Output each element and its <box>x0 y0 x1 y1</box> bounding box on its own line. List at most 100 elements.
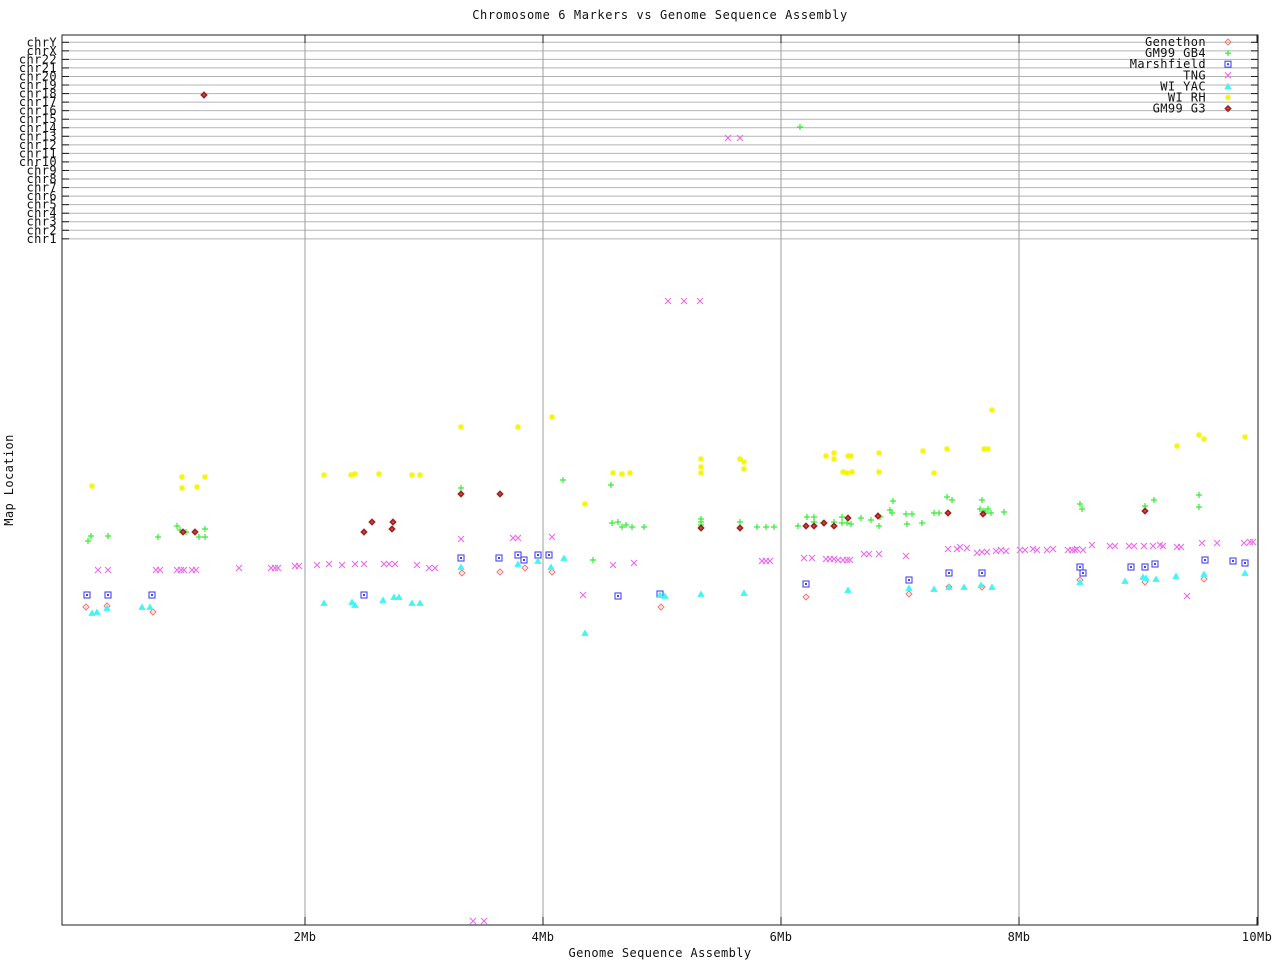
square-dot <box>1082 572 1084 574</box>
diamond-fill-dot <box>392 521 394 523</box>
marshfield-point <box>614 592 622 600</box>
tng-point <box>1246 538 1254 546</box>
triangle-glyph <box>1224 82 1232 90</box>
plus-glyph <box>839 514 845 520</box>
marshfield-point <box>978 569 986 577</box>
wi_yac-point <box>416 599 424 606</box>
cross-glyph <box>944 545 952 553</box>
star-glyph <box>1242 434 1248 440</box>
gm99_gb4-point <box>1001 509 1007 515</box>
gm99_g3-point <box>368 518 376 526</box>
wi_rh-point <box>849 469 855 475</box>
tng-point <box>1073 545 1081 553</box>
square-dot <box>363 594 365 596</box>
square-dot <box>1227 63 1229 66</box>
diamond-dot <box>85 606 87 608</box>
square-dot <box>548 554 550 556</box>
wi_yac-point <box>138 603 146 610</box>
tng-point <box>983 548 991 556</box>
star-glyph <box>698 456 704 462</box>
tng-point <box>94 566 102 574</box>
tng-point <box>1130 542 1138 550</box>
legend-marker-wi_yac <box>1224 82 1232 90</box>
marshfield-point <box>495 554 503 562</box>
gm99_gb4-point <box>876 523 882 529</box>
genethon-point <box>548 568 556 576</box>
marshfield-point <box>1127 563 1135 571</box>
wi_yac-point <box>93 608 101 615</box>
tng-point <box>766 557 774 565</box>
gm99_gb4-point <box>155 534 161 540</box>
cross-glyph <box>1043 546 1051 554</box>
plus-glyph <box>797 124 803 130</box>
wi_yac-point <box>581 629 589 636</box>
cross-glyph <box>385 560 393 568</box>
cross-glyph <box>180 566 188 574</box>
plus-glyph <box>202 534 208 540</box>
star-glyph <box>823 453 829 459</box>
marshfield-point <box>1201 556 1209 564</box>
wi_yac-point <box>930 585 938 592</box>
tng-point <box>325 560 333 568</box>
plot-border <box>61 34 1259 926</box>
triangle-glyph <box>1241 569 1249 576</box>
cross-glyph <box>351 560 359 568</box>
plus-glyph <box>771 524 777 530</box>
x-tick-label: 6Mb <box>770 930 793 944</box>
star-glyph <box>202 474 208 480</box>
triangle-glyph <box>697 590 705 597</box>
star-glyph <box>321 472 327 478</box>
diamond-fill-dot <box>194 531 196 533</box>
cross-glyph <box>1177 543 1185 551</box>
wi_yac-point <box>740 589 748 596</box>
cross-glyph <box>274 564 282 572</box>
plus-glyph <box>105 533 111 539</box>
cross-glyph <box>865 550 873 558</box>
marshfield-point <box>83 591 91 599</box>
genethon-point <box>149 608 157 616</box>
wi_rh-point <box>989 407 995 413</box>
marshfield-point <box>802 580 810 588</box>
wi_yac-point <box>960 583 968 590</box>
tng-point <box>1049 545 1057 553</box>
wi_rh-point <box>931 470 937 476</box>
plus-glyph <box>174 523 180 529</box>
cross-glyph <box>469 917 477 925</box>
cross-glyph <box>1246 538 1254 546</box>
series-wi_yac <box>88 554 1249 636</box>
square-dot <box>523 559 525 561</box>
tng-point <box>180 566 188 574</box>
gm99_gb4-point <box>1196 492 1202 498</box>
triangle-glyph <box>1121 577 1129 584</box>
plus-glyph <box>890 498 896 504</box>
wi_yac-point <box>379 596 387 603</box>
gm99_g3-point <box>944 509 952 517</box>
wi_rh-point <box>741 459 747 465</box>
genethon-point <box>657 603 665 611</box>
gm99_gb4-point <box>202 526 208 532</box>
gm99_gb4-point <box>85 538 91 544</box>
wi_rh-point <box>698 470 704 476</box>
gm99_g3-point <box>496 490 504 498</box>
wi_rh-point <box>619 471 625 477</box>
wi_rh-point <box>417 472 423 478</box>
triangle-glyph <box>560 554 568 561</box>
triangle-glyph <box>93 608 101 615</box>
plus-glyph <box>904 521 910 527</box>
square-dot <box>981 572 983 574</box>
cross-glyph <box>391 560 399 568</box>
wi_rh-point <box>831 450 837 456</box>
cross-glyph <box>1183 592 1191 600</box>
plus-glyph <box>641 524 647 530</box>
wi_rh-point <box>352 471 358 477</box>
tng-point <box>1088 541 1096 549</box>
plus-glyph <box>609 520 615 526</box>
wi_rh-point <box>741 466 747 472</box>
cross-glyph <box>800 554 808 562</box>
wi_rh-point <box>698 456 704 462</box>
gm99_gb4-point <box>615 519 621 525</box>
star-glyph <box>1225 94 1231 101</box>
wi_rh-point <box>848 453 854 459</box>
marshfield-point <box>520 556 528 564</box>
diamond-dot <box>524 567 526 569</box>
